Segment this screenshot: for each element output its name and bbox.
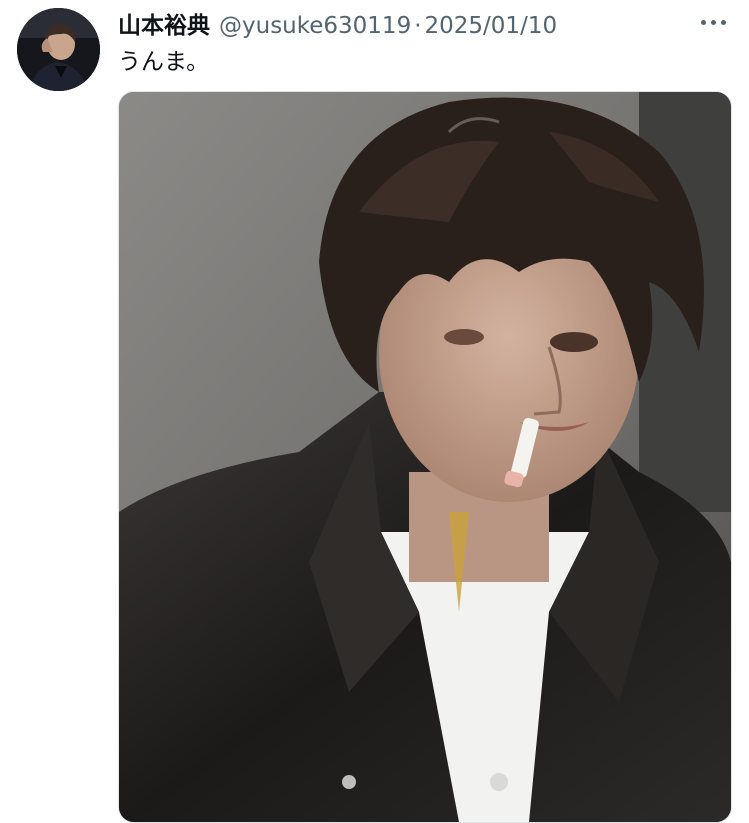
- tweet-date[interactable]: 2025/01/10: [425, 13, 558, 39]
- tweet-media[interactable]: [118, 91, 732, 823]
- tweet-header: 山本裕典 @yusuke630119 · 2025/01/10: [118, 6, 558, 39]
- tweet-text: うんま。: [118, 49, 210, 75]
- author-name[interactable]: 山本裕典: [118, 6, 210, 40]
- avatar[interactable]: [17, 8, 100, 91]
- tweet-photo: [119, 92, 731, 822]
- more-horizontal-icon: [698, 19, 728, 25]
- more-options-button[interactable]: [695, 10, 731, 34]
- author-handle[interactable]: @yusuke630119: [219, 13, 411, 39]
- avatar-photo: [17, 8, 100, 91]
- tweet: 山本裕典 @yusuke630119 · 2025/01/10 うんま。: [0, 0, 749, 823]
- separator-dot: ·: [414, 13, 422, 39]
